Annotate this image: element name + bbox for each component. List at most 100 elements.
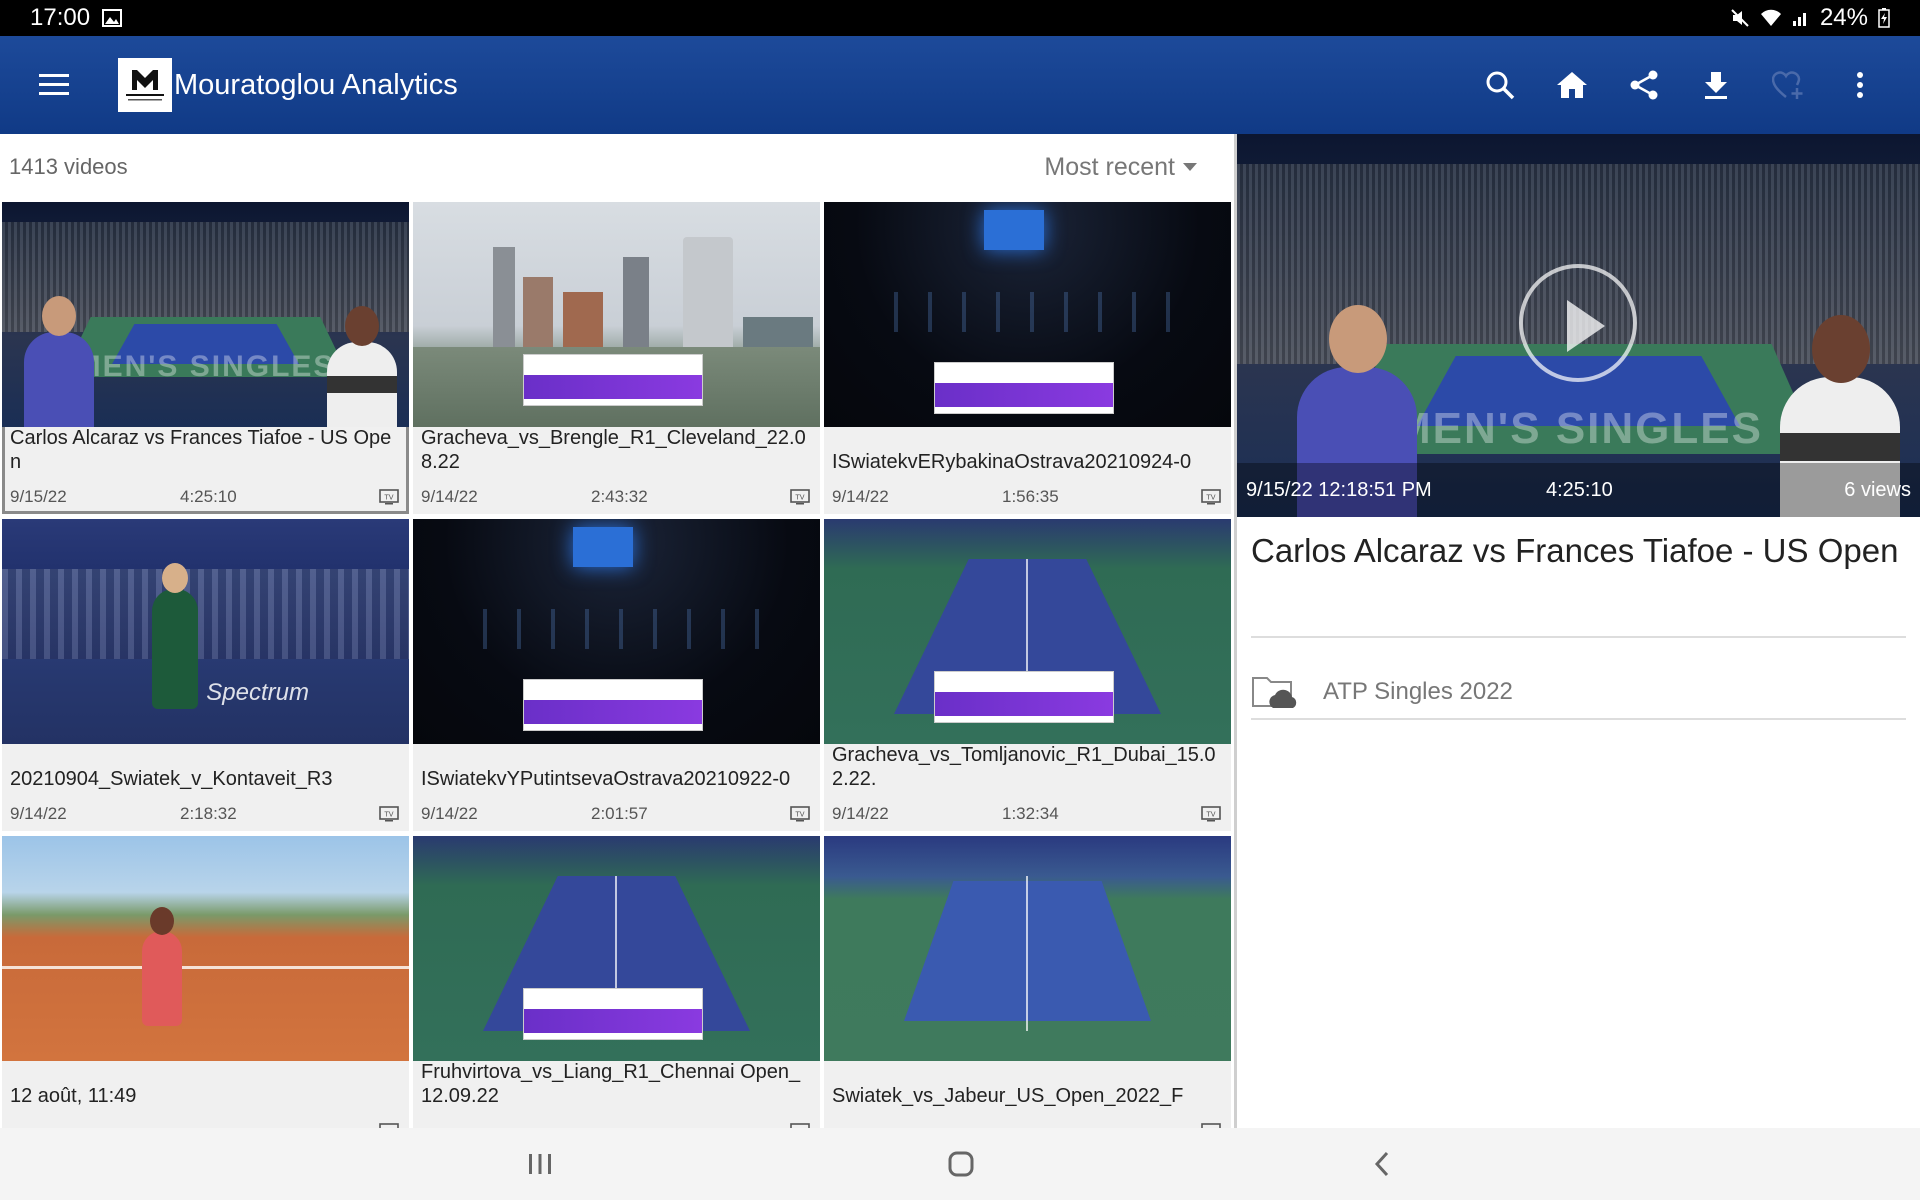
caret-down-icon [1183,163,1197,171]
share-icon [1630,70,1658,100]
video-title: Carlos Alcaraz vs Frances Tiafoe - US Op… [10,427,392,473]
heart-add-icon [1772,71,1803,99]
video-thumbnail: Spectrum [2,519,409,744]
more-vert-icon [1857,72,1863,98]
video-date: 9/14/22 [421,487,478,506]
back-button[interactable] [1362,1144,1402,1184]
video-grid: MEN'S SINGLES Carlos Alcaraz vs Frances … [2,202,1231,1128]
video-card[interactable]: 12 août, 11:49 [2,836,409,1128]
video-thumbnail [2,836,409,1061]
cloud-folder-icon [1252,677,1297,708]
thumbnail-overlay-text: Spectrum [206,679,309,706]
svg-text:TV: TV [383,811,393,819]
system-nav-bar [0,1128,1920,1200]
wifi-icon [1760,9,1782,27]
video-card[interactable]: ISwiatekvERybakinaOstrava20210924-0 9/14… [824,202,1231,514]
video-duration: 2:43:32 [591,487,648,506]
divider [1251,718,1906,720]
home-button[interactable] [1536,49,1608,121]
video-title: 12 août, 11:49 [10,1085,137,1107]
svg-text:TV: TV [794,811,804,819]
video-title: Fruhvirtova_vs_Liang_R1_Chennai Open_12.… [421,1061,801,1107]
video-thumbnail [824,519,1231,744]
detail-title: Carlos Alcaraz vs Frances Tiafoe - US Op… [1251,532,1899,569]
video-title: Gracheva_vs_Tomljanovic_R1_Dubai_15.02.2… [832,744,1216,790]
home-nav-button[interactable] [941,1144,981,1184]
gallery-notification-icon [102,9,123,27]
list-header: 1413 videos Most recent [0,134,1234,200]
video-title: 20210904_Swiatek_v_Kontaveit_R3 [10,768,333,790]
video-detail-pane: MEN'S SINGLES 9/15/22 12:18:51 PM 4:25:1… [1237,134,1920,1128]
video-card[interactable]: Fruhvirtova_vs_Liang_R1_Chennai Open_12.… [413,836,820,1128]
play-button[interactable] [1519,264,1637,382]
video-thumbnail [413,836,820,1061]
battery-level: 24% [1819,4,1868,31]
sort-label: Most recent [1044,152,1175,181]
player-meta-bar: 9/15/22 12:18:51 PM 4:25:10 6 views [1237,463,1920,517]
video-duration: 2:01:57 [591,804,648,823]
video-player[interactable]: MEN'S SINGLES 9/15/22 12:18:51 PM 4:25:1… [1237,134,1920,517]
tv-icon: TV [790,806,810,822]
app-logo [118,58,172,112]
video-date: 9/14/22 [10,804,67,823]
video-card[interactable]: ISwiatekvYPutintsevaOstrava20210922-0 9/… [413,519,820,831]
video-date: 9/14/22 [832,487,889,506]
video-title: ISwiatekvYPutintsevaOstrava20210922-0 [421,768,791,790]
signal-icon [1792,9,1810,27]
search-button[interactable] [1464,49,1536,121]
video-thumbnail [413,202,820,427]
tv-icon: TV [379,489,399,505]
video-date: 9/14/22 [421,804,478,823]
svg-text:TV: TV [794,494,804,502]
download-button[interactable] [1680,49,1752,121]
detail-views: 6 views [1844,478,1911,501]
tv-icon: TV [1201,806,1221,822]
video-duration: 2:18:32 [180,804,237,823]
video-card[interactable]: MEN'S SINGLES Carlos Alcaraz vs Frances … [2,202,409,514]
back-icon [1374,1151,1389,1177]
search-icon [1486,71,1515,100]
video-count: 1413 videos [9,154,128,179]
video-title: Swiatek_vs_Jabeur_US_Open_2022_F [832,1085,1184,1107]
recent-apps-button[interactable] [520,1144,560,1184]
share-button[interactable] [1608,49,1680,121]
home-icon [1557,72,1587,98]
tv-icon: TV [790,489,810,505]
detail-date: 9/15/22 12:18:51 PM [1246,478,1432,501]
sort-dropdown[interactable]: Most recent [1044,153,1197,182]
detail-duration: 4:25:10 [1546,478,1613,501]
home-circle-icon [948,1151,974,1177]
favorite-button[interactable] [1752,49,1824,121]
video-duration: 1:32:34 [1002,804,1059,823]
svg-text:TV: TV [383,494,393,502]
video-thumbnail [413,519,820,744]
video-date: 9/14/22 [832,804,889,823]
menu-icon [39,74,69,95]
video-thumbnail [824,202,1231,427]
app-title: Mouratoglou Analytics [174,68,458,101]
svg-text:TV: TV [1205,494,1215,502]
video-card[interactable]: Gracheva_vs_Brengle_R1_Cleveland_22.08.2… [413,202,820,514]
video-card[interactable]: Gracheva_vs_Tomljanovic_R1_Dubai_15.02.2… [824,519,1231,831]
tv-icon: TV [1201,489,1221,505]
more-options-button[interactable] [1824,49,1896,121]
video-duration: 1:56:35 [1002,487,1059,506]
status-time: 17:00 [30,4,91,31]
video-title: ISwiatekvERybakinaOstrava20210924-0 [832,451,1192,473]
category-label: ATP Singles 2022 [1323,678,1513,705]
svg-text:TV: TV [1205,811,1215,819]
recent-apps-icon [529,1154,551,1174]
download-icon [1705,72,1727,99]
video-card[interactable]: Spectrum 20210904_Swiatek_v_Kontaveit_R3… [2,519,409,831]
status-bar: 17:00 24% [0,0,1920,36]
video-thumbnail [824,836,1231,1061]
mute-icon [1730,8,1750,28]
video-list-pane[interactable]: 1413 videos Most recent MEN'S SINGLES Ca… [0,134,1234,1128]
menu-button[interactable] [36,67,72,103]
video-duration: 4:25:10 [180,487,237,506]
video-date: 9/15/22 [10,487,67,506]
video-thumbnail: MEN'S SINGLES [2,202,409,427]
video-card[interactable]: Swiatek_vs_Jabeur_US_Open_2022_F [824,836,1231,1128]
video-title: Gracheva_vs_Brengle_R1_Cleveland_22.08.2… [421,427,806,473]
battery-charging-icon [1878,8,1890,28]
